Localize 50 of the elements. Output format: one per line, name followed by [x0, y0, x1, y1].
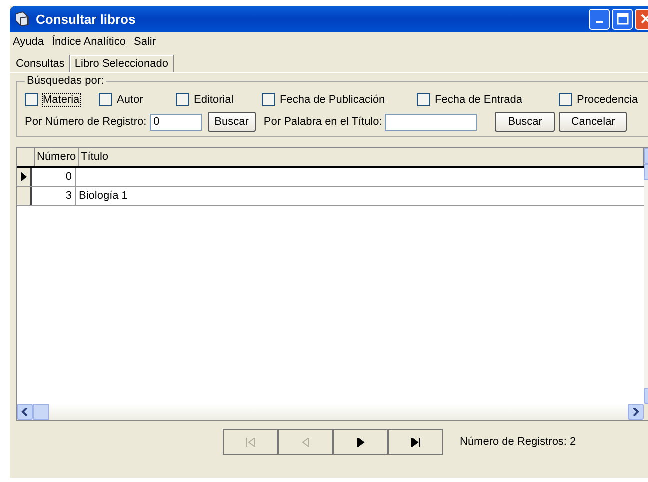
minimize-icon: [596, 21, 603, 23]
row-selector[interactable]: [17, 187, 32, 205]
maximize-icon: [616, 13, 628, 25]
table-cell: 0: [32, 168, 76, 186]
table-cell: 3: [32, 187, 76, 205]
left-triangle-icon: [302, 438, 310, 446]
cancel-button[interactable]: Cancelar: [559, 112, 628, 132]
checkbox-label: Fecha de Publicación: [280, 94, 386, 106]
menu-item[interactable]: Índice Analítico: [52, 36, 126, 48]
current-row-pointer-icon: [20, 172, 26, 182]
scroll-right-button[interactable]: [628, 404, 644, 420]
menu-item[interactable]: Salir: [134, 36, 156, 48]
search-button[interactable]: Buscar: [208, 112, 256, 132]
record-navigation-button[interactable]: [388, 429, 443, 455]
scroll-thumb[interactable]: [33, 404, 49, 420]
right-chevron-icon: [632, 408, 640, 416]
right-triangle-icon: [356, 438, 364, 446]
table-cell-text: Biología 1: [78, 189, 129, 204]
checkbox[interactable]: [559, 93, 572, 106]
title-input-field[interactable]: [385, 114, 478, 130]
registro-label: Por Número de Registro:: [25, 116, 147, 128]
scroll-left-button[interactable]: [17, 404, 33, 420]
minimize-button[interactable]: [589, 8, 610, 30]
record-count: Número de Registros: 2: [460, 436, 576, 448]
checkbox-label: Procedencia: [577, 94, 638, 106]
checkbox-label: Fecha de Entrada: [435, 94, 522, 106]
skip-to-start-icon: [246, 438, 256, 446]
title-search-label: Por Palabra en el Título:: [264, 116, 382, 128]
skip-to-end-icon: [410, 438, 420, 446]
registro-input-field[interactable]: 0: [150, 114, 202, 130]
book-icon: [14, 11, 30, 27]
row-selector[interactable]: [17, 168, 32, 186]
checkbox-label: Editorial: [194, 94, 234, 106]
record-navigation-button[interactable]: [333, 429, 388, 455]
checkbox[interactable]: [417, 93, 430, 106]
window-title: Consultar libros: [36, 12, 137, 26]
menu-item[interactable]: Ayuda: [13, 36, 44, 48]
tab[interactable]: Libro Seleccionado: [70, 55, 174, 72]
checkbox-label: Autor: [117, 94, 144, 106]
column-header[interactable]: Número: [35, 148, 79, 166]
checkbox[interactable]: [99, 93, 112, 106]
checkbox[interactable]: [262, 93, 275, 106]
search-button[interactable]: Buscar: [495, 112, 556, 132]
checkbox[interactable]: [25, 93, 38, 106]
checkbox[interactable]: [176, 93, 189, 106]
maximize-button[interactable]: [612, 8, 633, 30]
close-icon: [640, 14, 648, 24]
group-title: Búsquedas por:: [26, 75, 106, 87]
checkbox-label: Materia: [43, 94, 80, 106]
left-chevron-icon: [21, 408, 29, 416]
